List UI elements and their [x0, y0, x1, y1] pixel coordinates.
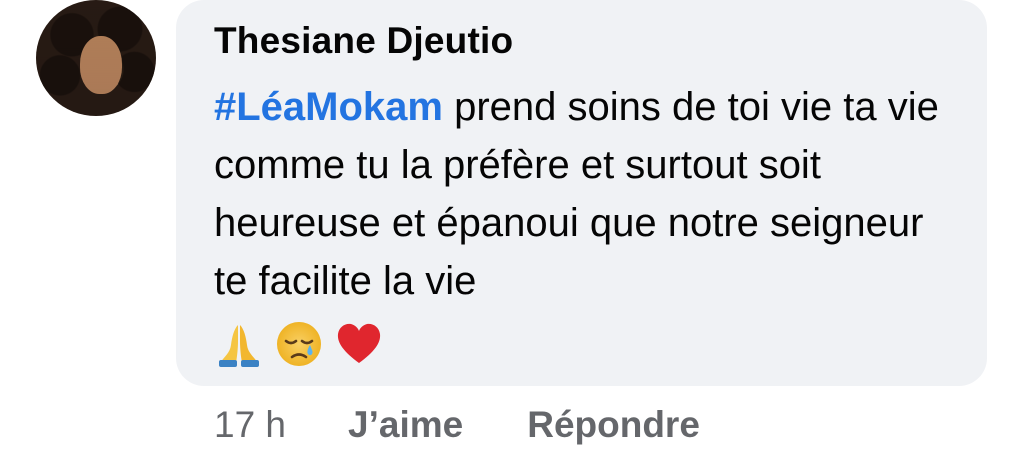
- folded-hands-icon: [214, 319, 264, 369]
- comment: Thesiane Djeutio #LéaMokam prend soins d…: [0, 0, 1024, 468]
- comment-actions: 17 h J’aime Répondre: [214, 404, 700, 446]
- mention-link[interactable]: #LéaMokam: [214, 85, 443, 129]
- avatar-shading: [36, 0, 156, 116]
- reply-button[interactable]: Répondre: [527, 404, 700, 446]
- red-heart-icon: [334, 319, 384, 369]
- comment-author[interactable]: Thesiane Djeutio: [214, 20, 513, 62]
- comment-text: #LéaMokam prend soins de toi vie ta vie …: [214, 78, 964, 310]
- like-button[interactable]: J’aime: [348, 404, 463, 446]
- comment-timestamp[interactable]: 17 h: [214, 404, 286, 446]
- crying-face-icon: [274, 319, 324, 369]
- avatar[interactable]: [36, 0, 156, 116]
- emoji-row: [214, 316, 384, 372]
